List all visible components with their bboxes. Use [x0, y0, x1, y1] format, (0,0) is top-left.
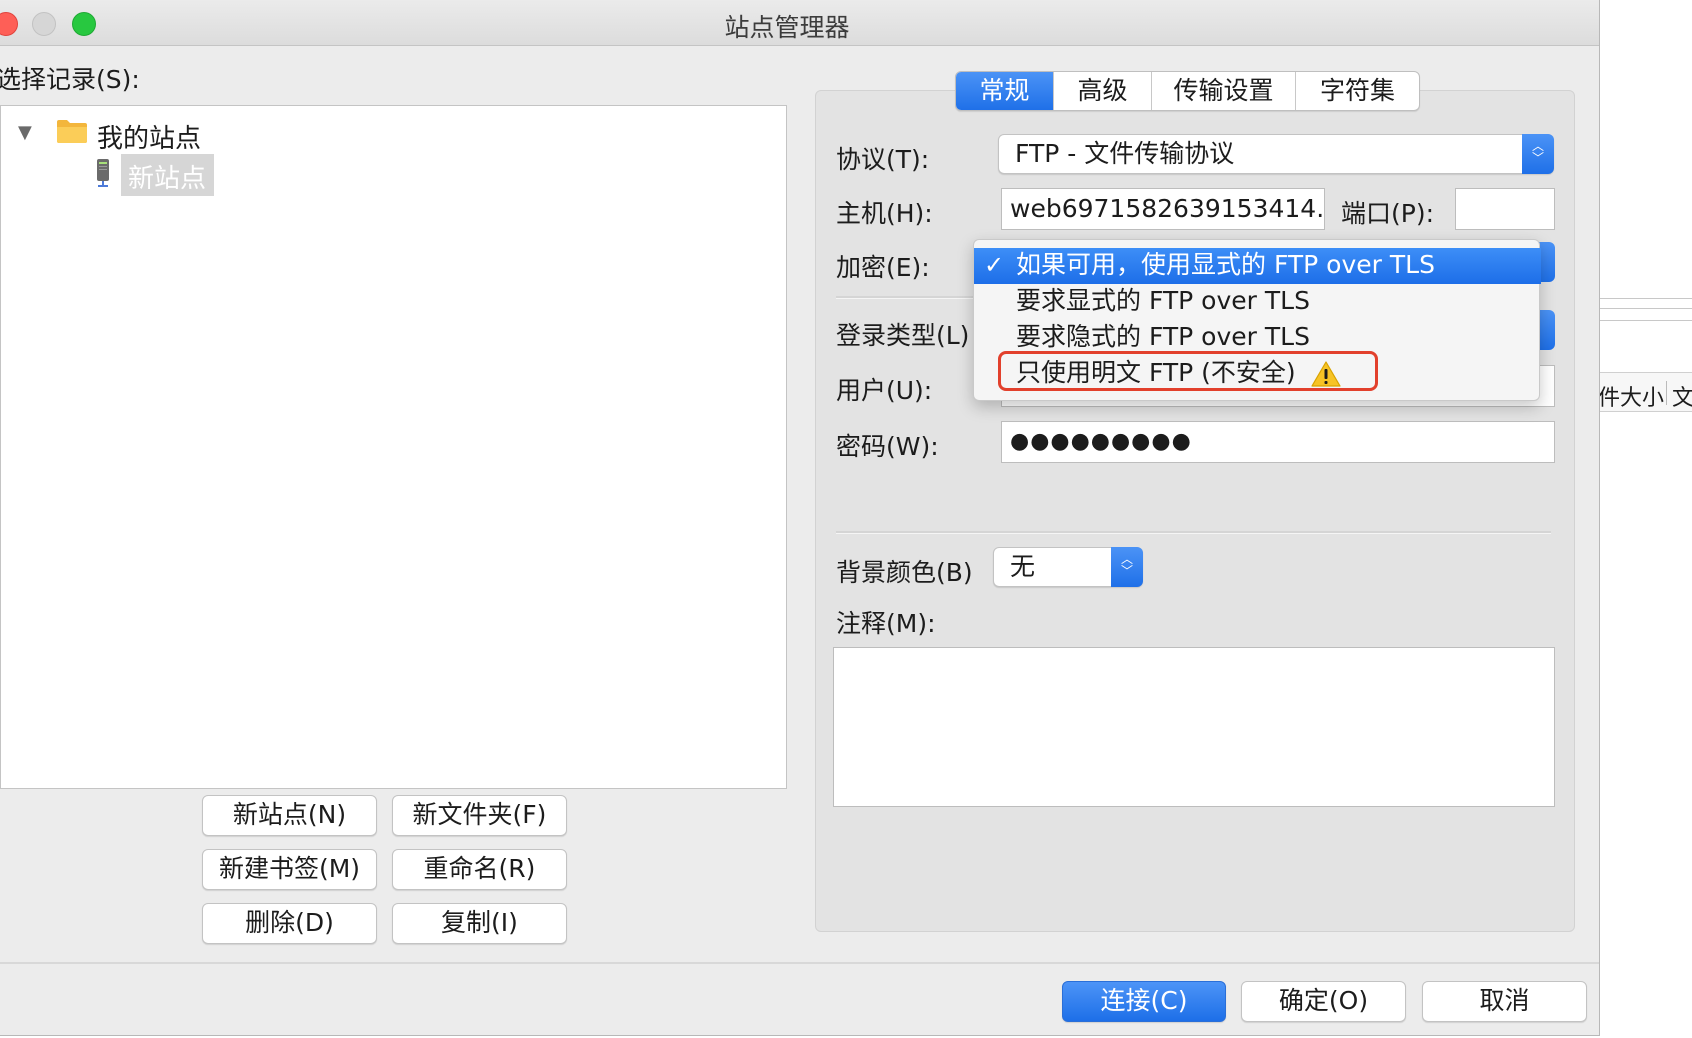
ok-button[interactable]: 确定(O) [1241, 981, 1406, 1022]
password-input[interactable]: ●●●●●●●●● [1001, 421, 1555, 463]
background-divider [1598, 320, 1692, 321]
encryption-option-label: 如果可用，使用显式的 FTP over TLS [1016, 250, 1435, 279]
new-folder-button[interactable]: 新文件夹(F) [392, 795, 567, 836]
tree-item-my-sites[interactable]: 我的站点 [97, 118, 201, 155]
annotation-highlight-box [998, 351, 1378, 391]
server-icon [96, 158, 110, 188]
password-label: 密码(W): [836, 432, 939, 461]
protocol-select[interactable]: FTP - 文件传输协议 ︿ ﹀ [998, 134, 1554, 174]
comment-textarea[interactable] [833, 647, 1555, 807]
comment-label: 注释(M): [836, 609, 936, 638]
encryption-option-label: 要求隐式的 FTP over TLS [1016, 322, 1310, 351]
disclosure-triangle-icon[interactable]: ▼ [18, 122, 32, 143]
footer-divider [0, 962, 1599, 964]
site-tree-panel[interactable] [0, 105, 787, 789]
tree-item-new-site[interactable]: 新站点 [128, 158, 206, 195]
tab-transfer-settings[interactable]: 传输设置 [1151, 72, 1295, 110]
tab-charset[interactable]: 字符集 [1295, 72, 1419, 110]
checkmark-icon: ✓ [984, 251, 1005, 279]
host-label: 主机(H): [836, 199, 933, 228]
window-title: 站点管理器 [724, 13, 850, 42]
encryption-option-label: 要求显式的 FTP over TLS [1016, 286, 1310, 315]
section-divider [836, 531, 1551, 534]
host-input[interactable]: web6971582639153414.ft [1001, 188, 1325, 230]
encryption-option-require-explicit[interactable]: 要求显式的 FTP over TLS [974, 284, 1541, 320]
title-bar: 站点管理器 [0, 0, 1599, 46]
user-label: 用户(U): [836, 376, 933, 405]
encryption-label: 加密(E): [836, 253, 930, 282]
background-color-label: 背景颜色(B) [836, 558, 973, 587]
new-bookmark-button[interactable]: 新建书签(M) [202, 849, 377, 890]
folder-icon [56, 118, 88, 144]
column-header-file-size[interactable]: 件大小 [1598, 380, 1664, 411]
protocol-label: 协议(T): [836, 145, 930, 174]
port-input[interactable] [1455, 188, 1555, 230]
port-label: 端口(P): [1341, 199, 1435, 228]
background-file-list-header: 件大小 文 [1598, 372, 1692, 412]
connect-button[interactable]: 连接(C) [1062, 981, 1226, 1022]
select-stepper-icon: ︿ ﹀ [1111, 547, 1143, 587]
tab-general[interactable]: 常规 [956, 72, 1053, 110]
background-divider [1598, 308, 1692, 309]
background-color-value: 无 [1010, 552, 1036, 581]
new-site-button[interactable]: 新站点(N) [202, 795, 377, 836]
select-stepper-icon: ︿ ﹀ [1522, 134, 1554, 174]
background-divider [1598, 298, 1692, 299]
column-separator [1666, 381, 1667, 405]
select-entry-label: 选择记录(S): [0, 65, 140, 94]
rename-button[interactable]: 重命名(R) [392, 849, 567, 890]
delete-button[interactable]: 删除(D) [202, 903, 377, 944]
section-divider [836, 296, 976, 299]
protocol-value: FTP - 文件传输协议 [1015, 139, 1235, 168]
settings-tabs: 常规 高级 传输设置 字符集 [955, 71, 1420, 111]
login-type-label: 登录类型(L) [836, 321, 970, 350]
tab-advanced[interactable]: 高级 [1053, 72, 1151, 110]
copy-button[interactable]: 复制(I) [392, 903, 567, 944]
cancel-button[interactable]: 取消 [1422, 981, 1587, 1022]
column-header-file-type[interactable]: 文 [1672, 380, 1692, 411]
background-color-select[interactable]: 无 ︿ ﹀ [993, 547, 1143, 587]
encryption-option-explicit-if-available[interactable]: ✓ 如果可用，使用显式的 FTP over TLS [974, 248, 1541, 284]
background-app-window: 件大小 文 [1598, 0, 1692, 1038]
site-manager-window: 站点管理器 选择记录(S): ▼ 我的站点 新站点 新站点(N) 新文件夹(F)… [0, 0, 1600, 1036]
